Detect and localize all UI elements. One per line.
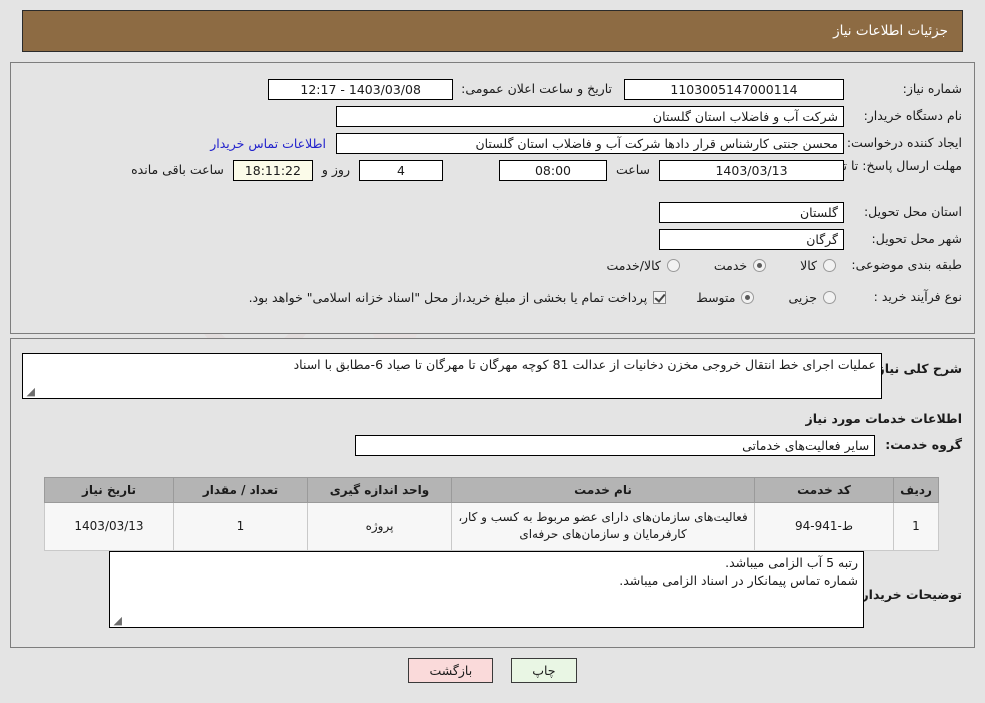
subject-category-label: طبقه بندی موضوعی: <box>851 257 962 272</box>
general-description-textarea[interactable]: عملیات اجرای خط انتقال خروجی مخزن دخانیا… <box>22 353 882 399</box>
deadline-group: 1403/03/13 ساعت 08:00 4 روز و 18:11:22 س… <box>131 160 844 181</box>
buyer-notes-line-1: رتبه 5 آب الزامی میباشد. <box>725 555 858 570</box>
table-header-row: ردیف کد خدمت نام خدمت واحد اندازه گیری ت… <box>44 477 939 503</box>
announce-datetime-group: تاریخ و ساعت اعلان عمومی: 1403/03/08 - 1… <box>268 79 612 100</box>
cell-quantity: 1 <box>173 502 308 551</box>
cell-row-no: 1 <box>893 502 939 551</box>
buyer-contact-link[interactable]: اطلاعات تماس خریدار <box>210 136 326 151</box>
request-creator-group: ایجاد کننده درخواست: محسن جنتی کارشناس ق… <box>210 133 962 154</box>
col-header-service-code: کد خدمت <box>754 477 894 503</box>
subject-category-group: طبقه بندی موضوعی: کالا خدمت کالا/خدمت <box>606 257 962 274</box>
services-section-title: اطلاعات خدمات مورد نیاز <box>805 411 963 426</box>
buyer-notes-label: توضیحات خریدار: <box>856 587 962 602</box>
deadline-time-label: ساعت <box>615 162 650 178</box>
resize-grip-icon[interactable]: ◢ <box>25 386 35 397</box>
deadline-date-field: 1403/03/13 <box>659 160 844 181</box>
need-number-field: 1103005147000114 <box>624 79 844 100</box>
col-header-service-name: نام خدمت <box>451 477 755 503</box>
radio-kala-khedmat-label: کالا/خدمت <box>606 257 661 273</box>
buyer-notes-line-2: شماره تماس پیمانکار در اسناد الزامی میبا… <box>619 573 858 589</box>
window-title-bar: جزئیات اطلاعات نیاز <box>22 10 963 52</box>
footer-button-bar: بازگشت چاپ <box>0 658 985 683</box>
col-header-unit: واحد اندازه گیری <box>307 477 452 503</box>
cell-unit: پروژه <box>307 502 452 551</box>
page-title: جزئیات اطلاعات نیاز <box>833 23 948 39</box>
radio-option-kala[interactable]: کالا <box>800 258 836 273</box>
back-button[interactable]: بازگشت <box>408 658 494 683</box>
general-description-label: شرح کلی نیاز: <box>872 361 962 376</box>
remaining-days-field: 4 <box>358 160 443 181</box>
resize-grip-icon[interactable]: ◢ <box>112 615 122 626</box>
buyer-org-group: نام دستگاه خریدار: شرکت آب و فاضلاب استا… <box>336 106 962 127</box>
print-button[interactable]: چاپ <box>511 658 577 683</box>
radio-option-jozi[interactable]: جزیی <box>788 290 836 305</box>
service-group-label: گروه خدمت: <box>885 437 962 453</box>
service-group-field: سایر فعالیت‌های خدماتی <box>355 435 876 456</box>
radio-option-motavaset[interactable]: متوسط <box>696 289 755 305</box>
delivery-city-label: شهر محل تحویل: <box>871 231 962 247</box>
radio-jozi-label: جزیی <box>788 289 817 305</box>
need-details-panel: شرح کلی نیاز: عملیات اجرای خط انتقال خرو… <box>10 338 975 648</box>
delivery-province-field: گلستان <box>659 202 844 223</box>
deadline-time-field: 08:00 <box>498 160 607 181</box>
need-number-group: شماره نیاز: 1103005147000114 <box>624 79 962 100</box>
delivery-city-field: گرگان <box>659 229 844 250</box>
request-creator-field: محسن جنتی کارشناس قرار دادها شرکت آب و ف… <box>336 133 844 154</box>
announce-datetime-field: 1403/03/08 - 12:17 <box>268 79 454 100</box>
buyer-org-label: نام دستگاه خریدار: <box>863 108 962 124</box>
purchase-process-label: نوع فرآیند خرید : <box>873 289 962 304</box>
radio-kala-khedmat-icon[interactable] <box>666 258 680 272</box>
radio-khedmat-label: خدمت <box>713 257 748 273</box>
deadline-label: مهلت ارسال پاسخ: تا تاریخ: <box>817 158 962 173</box>
cell-need-date: 1403/03/13 <box>44 502 174 551</box>
delivery-city-group: شهر محل تحویل: گرگان <box>659 229 962 250</box>
cell-service-code: ط-941-94 <box>754 502 894 551</box>
radio-option-kala-khedmat[interactable]: کالا/خدمت <box>606 257 680 273</box>
col-header-quantity: تعداد / مقدار <box>173 477 308 503</box>
service-group-row: گروه خدمت: سایر فعالیت‌های خدماتی <box>355 435 962 456</box>
col-header-need-date: تاریخ نیاز <box>44 477 174 503</box>
radio-motavaset-label: متوسط <box>696 289 736 305</box>
cell-service-name: فعالیت‌های سازمان‌های دارای عضو مربوط به… <box>451 502 755 551</box>
buyer-notes-textarea[interactable]: رتبه 5 آب الزامی میباشد. شماره تماس پیما… <box>109 551 864 628</box>
islamic-treasury-checkbox-option[interactable]: پرداخت تمام یا بخشی از مبلغ خرید،از محل … <box>249 290 667 305</box>
buyer-org-field: شرکت آب و فاضلاب استان گلستان <box>336 106 844 127</box>
remaining-time-label: ساعت باقی مانده <box>131 162 224 178</box>
table-row: 1 ط-941-94 فعالیت‌های سازمان‌های دارای ع… <box>44 502 939 551</box>
general-description-text: عملیات اجرای خط انتقال خروجی مخزن دخانیا… <box>293 357 876 372</box>
delivery-province-label: استان محل تحویل: <box>863 204 962 220</box>
radio-jozi-icon[interactable] <box>823 290 836 304</box>
radio-kala-icon[interactable] <box>823 258 836 272</box>
islamic-treasury-label: پرداخت تمام یا بخشی از مبلغ خرید،از محل … <box>248 289 648 305</box>
radio-motavaset-icon[interactable] <box>741 290 755 304</box>
purchase-process-group: نوع فرآیند خرید : جزیی متوسط پرداخت تمام… <box>249 289 962 306</box>
col-header-row-no: ردیف <box>893 477 939 503</box>
need-number-label: شماره نیاز: <box>902 81 962 97</box>
radio-khedmat-icon[interactable] <box>753 258 767 272</box>
radio-option-khedmat[interactable]: خدمت <box>713 257 767 273</box>
need-summary-panel: شماره نیاز: 1103005147000114 تاریخ و ساع… <box>10 62 975 334</box>
islamic-treasury-checkbox[interactable] <box>653 290 667 304</box>
radio-kala-label: کالا <box>800 257 817 273</box>
announce-datetime-label: تاریخ و ساعت اعلان عمومی: <box>461 81 612 97</box>
remaining-days-label: روز و <box>321 162 350 178</box>
remaining-time-field: 18:11:22 <box>232 160 313 181</box>
delivery-province-group: استان محل تحویل: گلستان <box>659 202 962 223</box>
services-table: ردیف کد خدمت نام خدمت واحد اندازه گیری ت… <box>44 477 939 551</box>
request-creator-label: ایجاد کننده درخواست: <box>846 135 962 151</box>
